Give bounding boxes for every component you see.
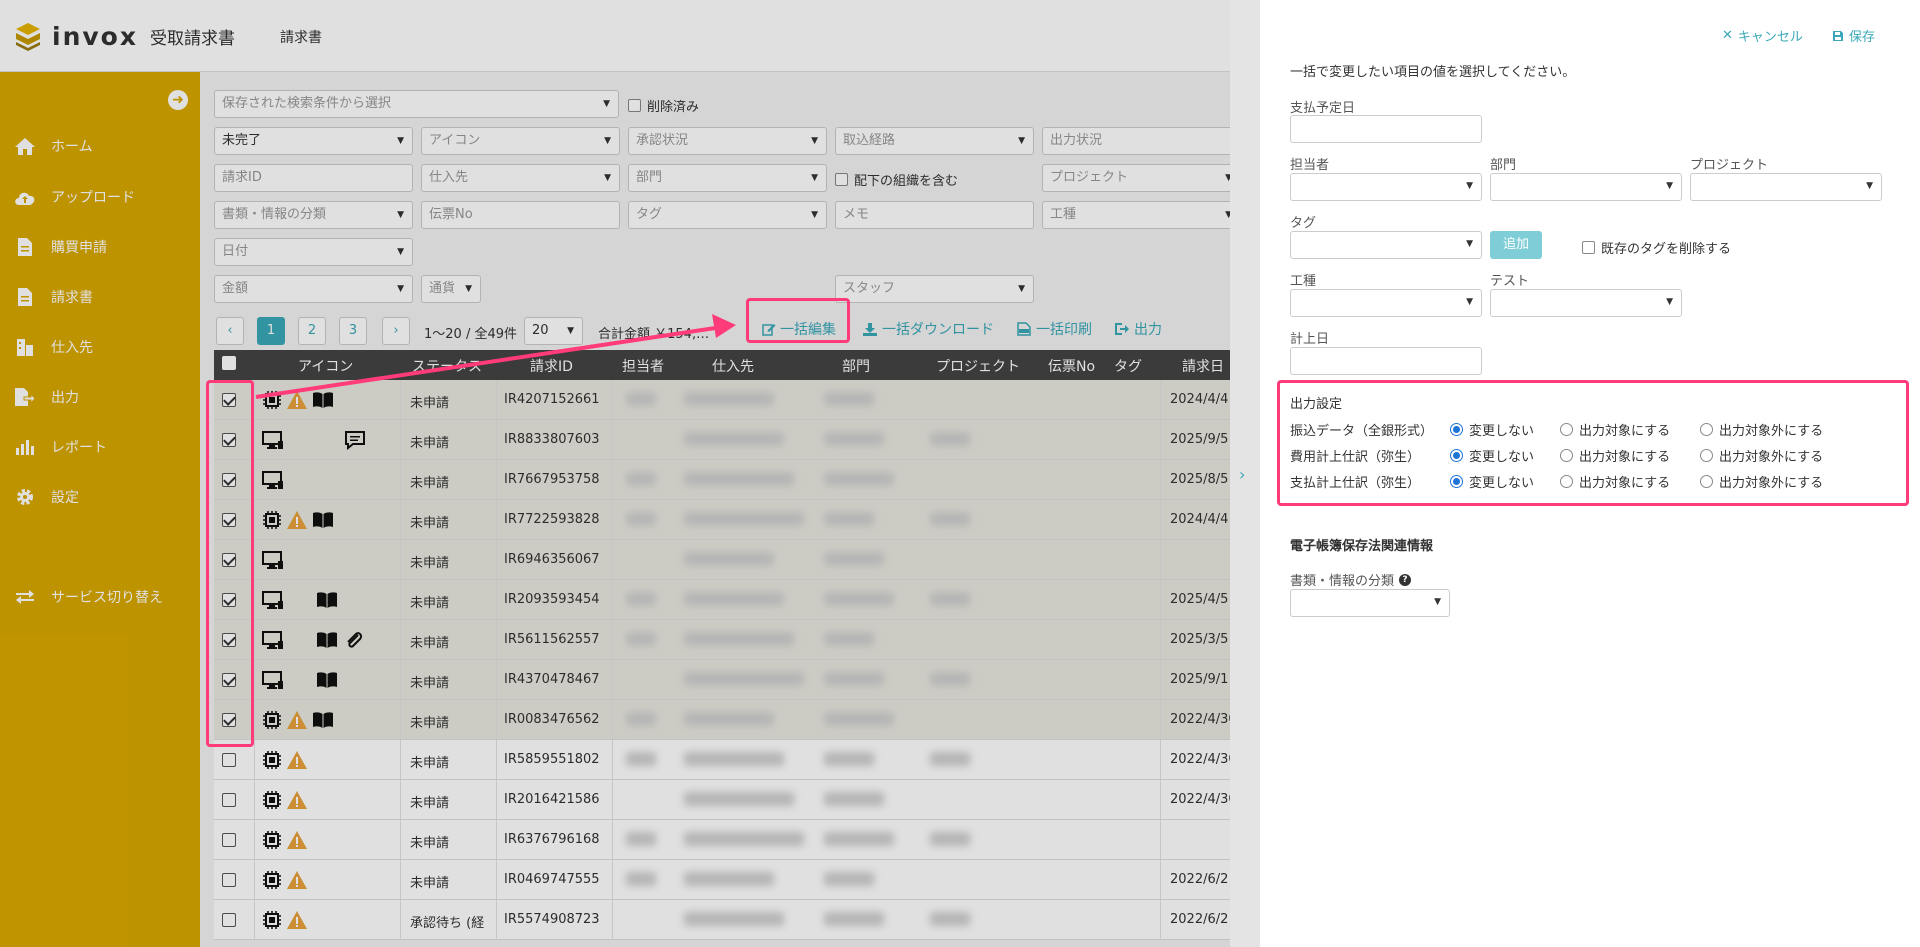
caret-down-icon: ▼ (1666, 297, 1673, 307)
cancel-label: キャンセル (1737, 30, 1803, 45)
doc-category-select[interactable]: ▼ (1290, 589, 1450, 617)
output-settings-title: 出力設定 (1290, 397, 1343, 412)
test-label: テスト (1490, 274, 1530, 289)
bulk-edit-panel: ✕ キャンセル 保存 一括で変更したい項目の値を選択してください。 支払予定日 担… (1260, 0, 1920, 947)
output-radio-option[interactable]: 変更しない (1450, 420, 1534, 439)
output-radio-option[interactable]: 出力対象にする (1560, 472, 1670, 491)
booking-date-input[interactable] (1290, 347, 1482, 375)
radio-button[interactable] (1700, 423, 1713, 436)
payment-date-input[interactable] (1290, 115, 1482, 143)
save-icon (1833, 30, 1843, 41)
add-tag-button[interactable]: 追加 (1490, 231, 1542, 259)
radio-button[interactable] (1560, 475, 1573, 488)
radio-label: 出力対象外にする (1719, 476, 1824, 491)
cancel-button[interactable]: ✕ キャンセル (1722, 26, 1803, 45)
radio-label: 変更しない (1469, 476, 1535, 491)
output-row-label: 振込データ（全銀形式） (1290, 424, 1434, 439)
radio-button[interactable] (1450, 449, 1463, 462)
caret-down-icon: ▼ (1466, 239, 1473, 249)
pointer-arrow-icon (255, 314, 736, 399)
person-select[interactable]: ▼ (1290, 173, 1482, 201)
output-radio-option[interactable]: 変更しない (1450, 446, 1534, 465)
output-row-label: 費用計上仕訳（弥生） (1290, 450, 1421, 465)
payment-date-label: 支払予定日 (1290, 101, 1356, 116)
instruction-text: 一括で変更したい項目の値を選択してください。 (1290, 65, 1576, 80)
invoice-list-app: invox 受取請求書 請求書 ➜ ホーム アップロード 購買申請 請求書 仕入… (0, 0, 1230, 947)
panel-toggle-strip[interactable]: › (1230, 0, 1260, 947)
checkbox[interactable] (1582, 241, 1595, 254)
booking-date-label: 計上日 (1290, 332, 1330, 347)
caret-down-icon: ▼ (1666, 181, 1673, 191)
radio-label: 出力対象にする (1579, 476, 1671, 491)
caret-down-icon: ▼ (1466, 297, 1473, 307)
chevron-right-icon[interactable]: › (1239, 465, 1245, 484)
radio-button[interactable] (1700, 475, 1713, 488)
output-radio-option[interactable]: 出力対象にする (1560, 446, 1670, 465)
radio-button[interactable] (1450, 475, 1463, 488)
radio-label: 出力対象外にする (1719, 424, 1824, 439)
save-button[interactable]: 保存 (1832, 26, 1875, 45)
radio-button[interactable] (1560, 423, 1573, 436)
doc-category-text: 書類・情報の分類 (1290, 574, 1395, 589)
output-radio-option[interactable]: 出力対象外にする (1700, 420, 1823, 439)
output-radio-option[interactable]: 出力対象外にする (1700, 446, 1823, 465)
person-label: 担当者 (1290, 158, 1330, 173)
output-row-label: 支払計上仕訳（弥生） (1290, 476, 1421, 491)
caret-down-icon: ▼ (1434, 597, 1441, 607)
radio-label: 出力対象外にする (1719, 450, 1824, 465)
project-label: プロジェクト (1690, 158, 1769, 173)
department-select[interactable]: ▼ (1490, 173, 1682, 201)
radio-label: 出力対象にする (1579, 424, 1671, 439)
radio-label: 出力対象にする (1579, 450, 1671, 465)
work-type-select[interactable]: ▼ (1290, 289, 1482, 317)
help-icon[interactable]: ? (1399, 573, 1412, 586)
output-radio-option[interactable]: 出力対象外にする (1700, 472, 1823, 491)
remove-tags-label: 既存のタグを削除する (1601, 242, 1732, 257)
caret-down-icon: ▼ (1866, 181, 1873, 191)
tag-label: タグ (1290, 216, 1317, 231)
department-label: 部門 (1490, 158, 1517, 173)
project-select[interactable]: ▼ (1690, 173, 1882, 201)
output-radio-option[interactable]: 変更しない (1450, 472, 1534, 491)
close-icon: ✕ (1722, 28, 1733, 43)
radio-button[interactable] (1700, 449, 1713, 462)
work-type-label: 工種 (1290, 274, 1317, 289)
output-radio-option[interactable]: 出力対象にする (1560, 420, 1670, 439)
tag-select[interactable]: ▼ (1290, 231, 1482, 259)
doc-category-label: 書類・情報の分類 ? (1290, 570, 1412, 589)
radio-button[interactable] (1450, 423, 1463, 436)
save-label: 保存 (1849, 30, 1876, 45)
radio-label: 変更しない (1469, 424, 1535, 439)
radio-button[interactable] (1560, 449, 1573, 462)
radio-label: 変更しない (1469, 450, 1535, 465)
test-select[interactable]: ▼ (1490, 289, 1682, 317)
caret-down-icon: ▼ (1466, 181, 1473, 191)
remove-tags-checkbox[interactable]: 既存のタグを削除する (1582, 238, 1731, 257)
ebook-section-title: 電子帳簿保存法関連情報 (1290, 539, 1434, 554)
